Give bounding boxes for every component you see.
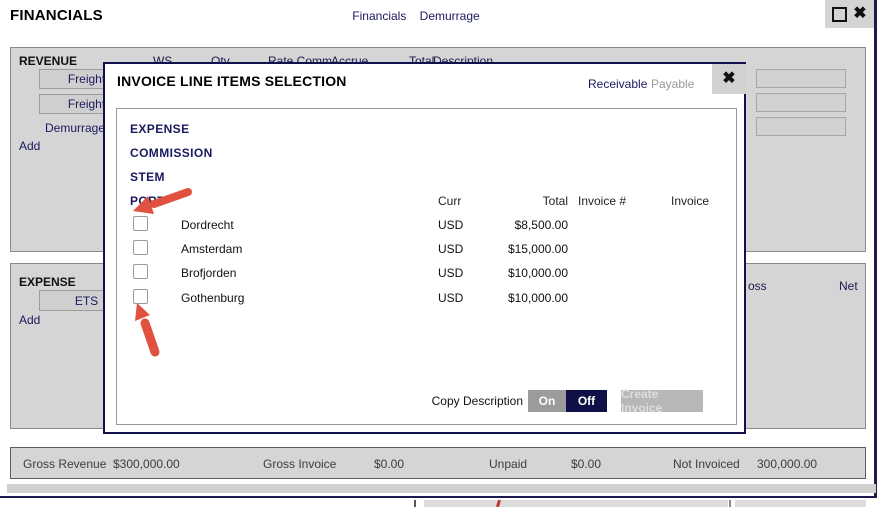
window-border [874,0,877,498]
col-invoice: Invoice [671,194,709,208]
tab-receivable[interactable]: Receivable [588,77,647,91]
financials-window: FINANCIALS Financials Demurrage ✖ REVENU… [0,0,880,507]
unpaid-label: Unpaid [489,457,527,471]
revenue-title: REVENUE [19,54,77,68]
breadcrumb: Financials Demurrage [276,9,556,23]
gross-revenue-label: Gross Revenue [23,457,106,471]
section-link-stem[interactable]: STEM [130,170,165,184]
col-gross-partial: oss [748,279,767,293]
section-link-expense[interactable]: EXPENSE [130,122,190,136]
demurrage-row-label[interactable]: Demurrage [45,121,105,135]
row-currency: USD [438,291,463,305]
col-total: Total [486,194,568,208]
row-currency: USD [438,242,463,256]
invoice-line-items-modal: INVOICE LINE ITEMS SELECTION Receivable … [103,62,746,434]
copy-description-off-button[interactable]: Off [566,390,607,412]
maximize-icon[interactable] [832,7,847,22]
revenue-input-1[interactable] [756,69,846,88]
copy-description-on-button[interactable]: On [528,390,566,412]
port-name: Amsterdam [181,242,242,256]
section-link-port[interactable]: PORT [130,194,165,208]
modal-close-button[interactable]: ✖ [712,64,746,94]
close-icon: ✖ [722,71,735,87]
nav-link-demurrage[interactable]: Demurrage [420,9,480,23]
row-checkbox-gothenburg[interactable] [133,289,148,304]
row-total: $8,500.00 [468,218,568,232]
port-name: Dordrecht [181,218,234,232]
background-artifact [424,500,728,507]
background-artifact [414,500,416,507]
col-curr: Curr [438,194,461,208]
col-net: Net [839,279,858,293]
page-title: FINANCIALS [10,7,103,24]
nav-link-financials[interactable]: Financials [352,9,406,23]
row-total: $10,000.00 [468,291,568,305]
revenue-add-link[interactable]: Add [19,139,40,153]
modal-title: INVOICE LINE ITEMS SELECTION [117,73,347,89]
row-currency: USD [438,218,463,232]
revenue-input-3[interactable] [756,117,846,136]
expense-add-link[interactable]: Add [19,313,40,327]
window-border [0,496,877,498]
background-artifact [735,500,866,507]
close-icon[interactable]: ✖ [853,6,866,22]
col-invoice-number: Invoice # [578,194,626,208]
port-name: Brofjorden [181,266,236,280]
modal-content-box: EXPENSE COMMISSION STEM PORT Curr Total … [116,108,737,425]
totals-status-bar: Gross Revenue $300,000.00 Gross Invoice … [10,447,866,479]
gross-invoice-label: Gross Invoice [263,457,336,471]
row-checkbox-dordrecht[interactable] [133,216,148,231]
expense-title: EXPENSE [19,275,76,289]
row-checkbox-brofjorden[interactable] [133,264,148,279]
tab-payable[interactable]: Payable [651,77,694,91]
gross-invoice-value: $0.00 [374,457,404,471]
row-checkbox-amsterdam[interactable] [133,240,148,255]
create-invoice-button[interactable]: Create Invoice [621,390,703,412]
not-invoiced-value: 300,000.00 [757,457,817,471]
window-controls: ✖ [825,0,874,28]
gross-revenue-value: $300,000.00 [113,457,180,471]
not-invoiced-label: Not Invoiced [673,457,740,471]
row-total: $15,000.00 [468,242,568,256]
background-artifact [729,500,731,507]
unpaid-value: $0.00 [571,457,601,471]
row-currency: USD [438,266,463,280]
row-total: $10,000.00 [468,266,568,280]
revenue-input-2[interactable] [756,93,846,112]
section-link-commission[interactable]: COMMISSION [130,146,213,160]
copy-description-label: Copy Description [373,394,523,408]
port-name: Gothenburg [181,291,244,305]
horizontal-scrollbar[interactable] [7,484,876,493]
